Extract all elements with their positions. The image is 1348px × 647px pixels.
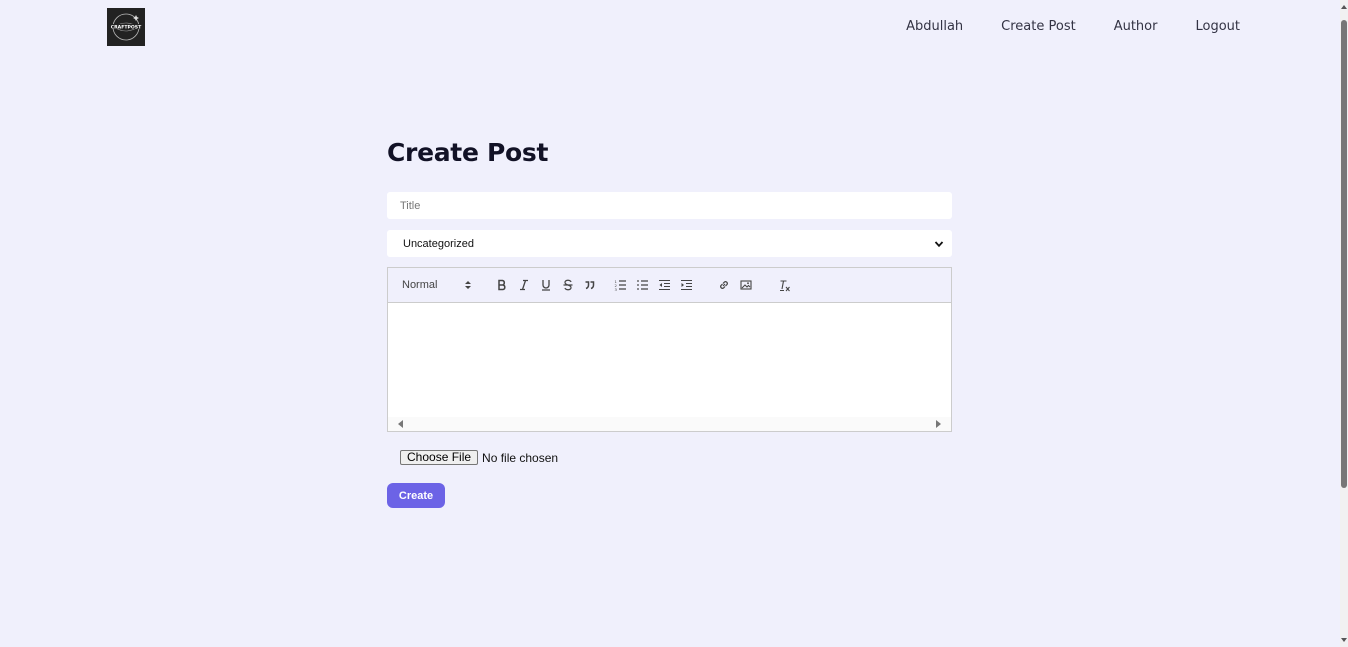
site-logo[interactable]: CRAFTPOST <box>107 8 145 46</box>
file-status-text: No file chosen <box>482 450 559 465</box>
editor-content-area[interactable] <box>388 303 951 417</box>
top-navbar: CRAFTPOST Abdullah Create Post Author Lo… <box>0 0 1340 54</box>
editor-horizontal-scrollbar[interactable] <box>388 417 951 431</box>
nav-link-user[interactable]: Abdullah <box>906 19 963 34</box>
create-post-form: Create Post Uncategorized Normal <box>387 137 952 508</box>
header-format-picker[interactable]: Normal <box>402 279 472 291</box>
bold-icon <box>498 279 506 291</box>
svg-text:CRAFTPOST: CRAFTPOST <box>111 24 142 30</box>
editor-toolbar: Normal 1 2 3 <box>388 268 951 303</box>
scroll-right-icon[interactable] <box>936 420 941 428</box>
link-button[interactable] <box>713 274 735 296</box>
nav-link-create-post[interactable]: Create Post <box>1001 19 1076 34</box>
underline-icon <box>542 280 550 291</box>
indent-button[interactable] <box>675 274 697 296</box>
category-select[interactable]: Uncategorized <box>387 230 952 257</box>
image-button[interactable] <box>735 274 757 296</box>
scroll-up-icon[interactable] <box>1341 5 1347 9</box>
nav-link-author[interactable]: Author <box>1114 19 1158 34</box>
bold-button[interactable] <box>491 274 513 296</box>
strike-button[interactable] <box>557 274 579 296</box>
bullet-list-icon <box>636 280 648 290</box>
bullet-list-button[interactable] <box>631 274 653 296</box>
scrollbar-thumb[interactable] <box>1341 20 1347 488</box>
chevron-down-icon <box>934 240 944 247</box>
title-input[interactable] <box>387 192 952 219</box>
updown-chevron-icon <box>465 281 471 289</box>
blockquote-icon <box>585 281 595 290</box>
ordered-list-button[interactable]: 1 2 3 <box>609 274 631 296</box>
file-upload: Choose File No file chosen <box>400 450 558 465</box>
page-title: Create Post <box>387 138 549 167</box>
link-icon <box>720 281 728 289</box>
nav-links: Abdullah Create Post Author Logout <box>906 19 1240 34</box>
scroll-down-icon[interactable] <box>1341 638 1347 642</box>
nav-link-logout[interactable]: Logout <box>1195 19 1240 34</box>
logo-emblem-icon: CRAFTPOST <box>111 13 142 41</box>
clean-format-button[interactable] <box>773 274 795 296</box>
italic-button[interactable] <box>513 274 535 296</box>
create-button[interactable]: Create <box>387 483 445 508</box>
scroll-left-icon[interactable] <box>398 420 403 428</box>
clean-format-icon <box>779 279 790 291</box>
image-icon <box>740 280 752 290</box>
underline-button[interactable] <box>535 274 557 296</box>
ordered-list-icon: 1 2 3 <box>614 279 626 291</box>
indent-icon <box>680 279 692 291</box>
outdent-button[interactable] <box>653 274 675 296</box>
outdent-icon <box>658 279 670 291</box>
category-selected-value: Uncategorized <box>403 237 474 250</box>
svg-text:3: 3 <box>614 287 617 291</box>
choose-file-button[interactable]: Choose File <box>400 450 479 465</box>
italic-icon <box>520 279 528 291</box>
blockquote-button[interactable] <box>579 274 601 296</box>
rich-text-editor: Normal 1 2 3 <box>387 267 952 432</box>
header-format-label: Normal <box>402 279 438 291</box>
strike-icon <box>563 279 573 291</box>
page-scrollbar[interactable] <box>1340 0 1348 647</box>
